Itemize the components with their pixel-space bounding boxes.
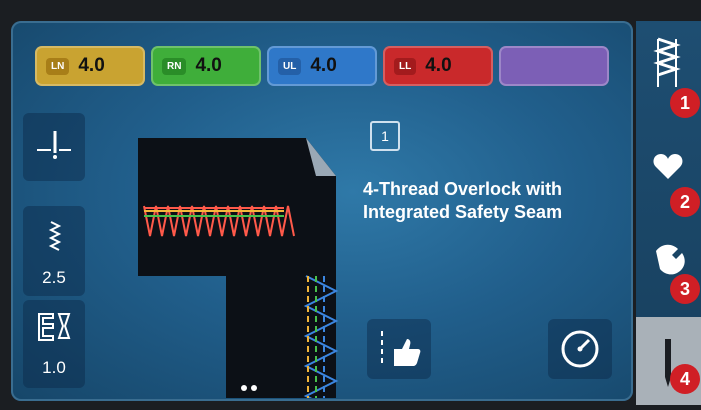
tension-rn-tag: RN: [162, 57, 187, 75]
tension-ll-value: 4.0: [425, 55, 452, 76]
tension-ul-tag: UL: [278, 57, 302, 75]
needle-position-icon: [37, 131, 71, 159]
speed-button[interactable]: [548, 319, 612, 379]
tension-ul-value: 4.0: [310, 55, 337, 76]
callout-badge-2: 2: [670, 187, 700, 217]
stitch-length-value: 2.5: [42, 268, 66, 287]
tension-ln-value: 4.0: [78, 55, 105, 76]
main-screen: LN 4.0 RN 4.0 UL 4.0 LL 4.0 2.5 1.0 1 4-…: [11, 21, 633, 401]
stitch-preview-image: [138, 138, 339, 398]
tension-ln-tag: LN: [46, 57, 70, 75]
tension-empty-slot[interactable]: [499, 46, 609, 86]
stitch-number-box: 1: [370, 121, 400, 151]
tension-rn[interactable]: RN 4.0: [151, 46, 261, 86]
speedometer-icon: [561, 330, 599, 368]
favorite-button[interactable]: [367, 319, 431, 379]
differential-feed-button[interactable]: 1.0: [23, 300, 85, 388]
tension-ll-tag: LL: [394, 57, 417, 75]
stitch-length-icon: [48, 221, 62, 251]
tension-ul[interactable]: UL 4.0: [267, 46, 377, 86]
stitch-title: 4-Thread Overlock with Integrated Safety…: [363, 179, 563, 222]
tension-rn-value: 4.0: [195, 55, 222, 76]
tension-ll[interactable]: LL 4.0: [383, 46, 493, 86]
differential-feed-icon: [38, 313, 71, 341]
tension-ln[interactable]: LN 4.0: [35, 46, 145, 86]
callout-badge-3: 3: [670, 274, 700, 304]
stitch-length-button[interactable]: 2.5: [23, 206, 85, 296]
callout-badge-1: 1: [670, 88, 700, 118]
stitch-number: 1: [381, 128, 389, 144]
needle-position-button[interactable]: [23, 113, 85, 181]
differential-feed-value: 1.0: [42, 358, 66, 377]
callout-badge-4: 4: [670, 364, 700, 394]
thumbs-up-icon: [381, 331, 421, 367]
